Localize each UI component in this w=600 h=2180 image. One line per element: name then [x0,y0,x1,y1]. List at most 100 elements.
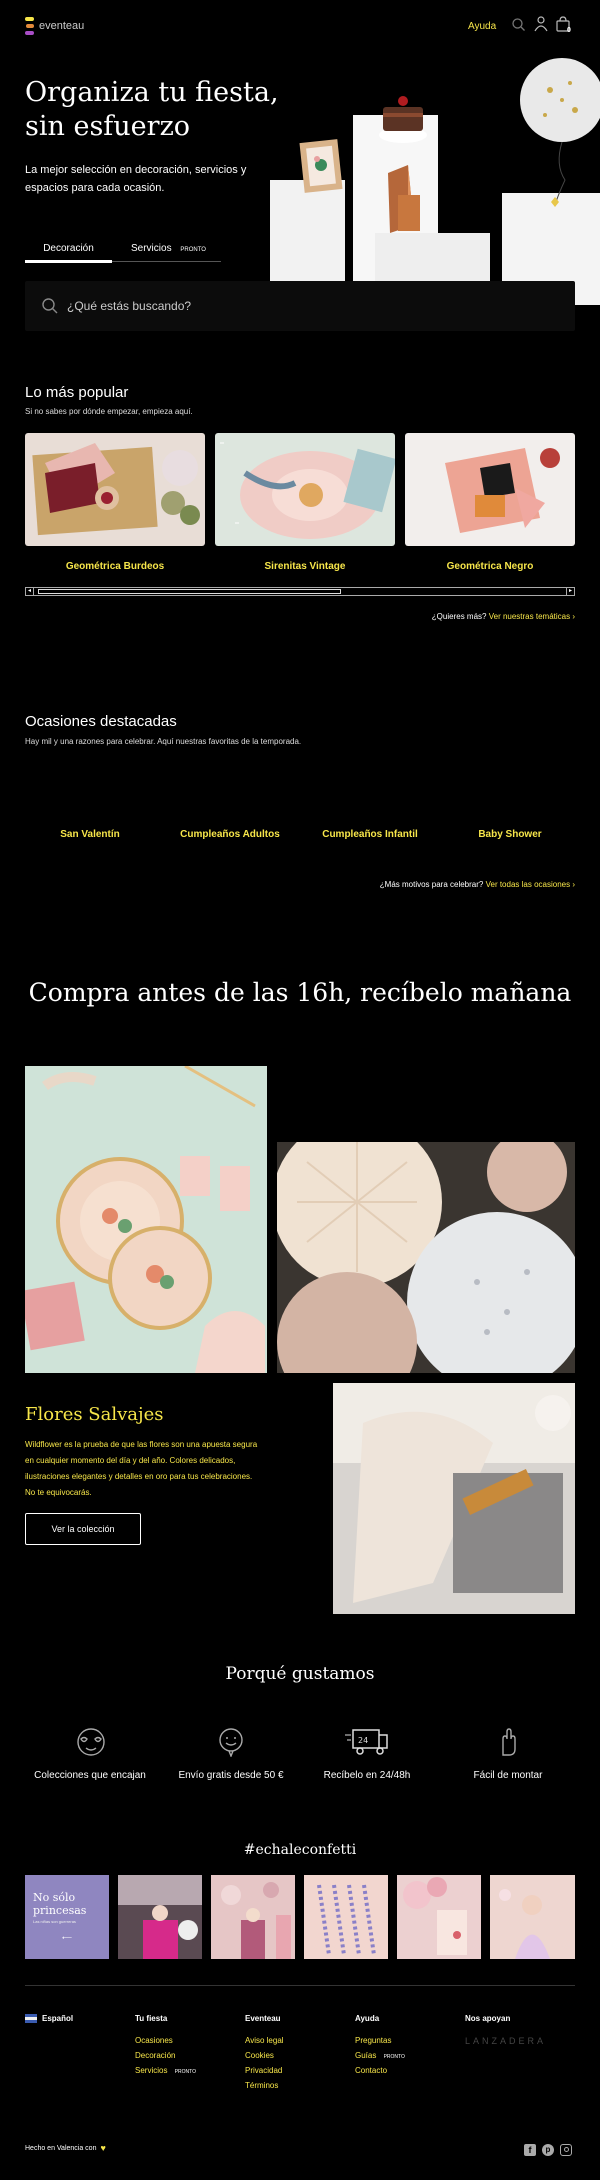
facebook-icon[interactable]: f [524,2144,536,2156]
made-in-text: Hecho en Valencia con [25,2144,97,2152]
shipping-banner: Compra antes de las 16h, recíbelo mañana [28,978,572,1007]
collection-description: Wildflower es la prueba de que las flore… [25,1437,257,1501]
social-tile-4[interactable] [304,1875,388,1959]
footer-link-contacto[interactable]: Contacto [355,2066,405,2075]
occasions-title: Ocasiones destacadas [25,713,177,730]
help-link[interactable]: Ayuda [468,21,496,32]
occasions-more-link[interactable]: Ver todas las ocasiones [486,880,571,889]
footer-badge: PRONTO [174,2069,196,2075]
footer-link-ocasiones[interactable]: Ocasiones [135,2036,196,2045]
hero-subtitle-line2: espacios para cada ocasión. [25,182,165,194]
footer-col-title: Nos apoyan [465,2014,511,2023]
popular-card-image-1[interactable] [25,433,205,546]
scrollbar-thumb[interactable] [38,589,341,594]
truck-icon: 24 [345,1727,389,1757]
instagram-icon[interactable] [560,2144,572,2156]
popular-card-label-3[interactable]: Geométrica Negro [405,561,575,572]
scroll-left-arrow[interactable]: ◂ [26,588,34,595]
occasion-item-2[interactable]: Cumpleaños Adultos [165,829,295,840]
footer-link-terminos[interactable]: Términos [245,2081,284,2090]
search-bar-icon [42,298,58,314]
occasion-item-4[interactable]: Baby Shower [445,829,575,840]
smile-tag-icon [218,1727,244,1757]
hand-icon [495,1727,521,1757]
footer-col-support: Nos apoyan LANZADERA [465,2014,546,2046]
search-bar[interactable]: ¿Qué estás buscando? [25,281,575,331]
heart-icon: ♥ [100,2143,106,2153]
why-title: Porqué gustamos [225,1664,375,1684]
social-tile-5[interactable] [397,1875,481,1959]
footer-link-privacidad[interactable]: Privacidad [245,2066,284,2075]
why-item-label-1: Colecciones que encajan [34,1770,146,1781]
social-tile-6[interactable] [490,1875,575,1959]
footer-divider [25,1985,575,1986]
hero-title-line2: sin esfuerzo [25,111,191,142]
tab-servicios-badge: PRONTO [180,247,206,253]
arrow-left-icon: ⟵ [61,1935,73,1942]
tab-decoracion[interactable]: Decoración [25,243,112,254]
collection-desc-line: en cualquier momento del día y del año. … [25,1456,236,1465]
footer-link-servicios-label: Servicios [135,2066,168,2075]
social-tile-1[interactable]: No sólo princesas Las niñas son guerrera… [25,1875,109,1959]
popular-card-label-2[interactable]: Sirenitas Vintage [215,561,395,572]
hearts-glasses-icon [73,1727,109,1757]
occasions-subtitle: Hay mil y una razones para celebrar. Aqu… [25,737,302,746]
carousel-scrollbar[interactable]: ◂ ▸ [25,587,575,596]
occasion-item-1[interactable]: San Valentín [25,829,155,840]
social-tile-3[interactable] [211,1875,295,1959]
tab-servicios-label: Servicios [131,243,172,254]
popular-more-link[interactable]: Ver nuestras temáticas [489,612,570,621]
footer-col-ayuda: Ayuda Preguntas Guías PRONTO Contacto [355,2014,405,2081]
social-tile-1-line2: princesas [33,1904,87,1917]
social-tile-1-small: Las niñas son guerreras [33,1919,76,1924]
occasions-more: ¿Más motivos para celebrar? Ver todas la… [300,880,575,889]
popular-card-image-2[interactable] [215,433,395,546]
collection-image-plates [25,1066,267,1373]
chevron-right-icon: › [572,880,575,889]
footer-link-preguntas[interactable]: Preguntas [355,2036,405,2045]
occasion-item-3[interactable]: Cumpleaños Infantil [305,829,435,840]
footer-badge: PRONTO [383,2054,405,2060]
pinterest-icon[interactable]: p [542,2144,554,2156]
scroll-right-arrow[interactable]: ▸ [566,588,574,595]
tab-servicios[interactable]: Servicios PRONTO [131,243,206,254]
popular-title: Lo más popular [25,384,129,401]
footer-link-aviso-legal[interactable]: Aviso legal [245,2036,284,2045]
brand-name: eventeau [39,20,85,32]
footer-link-decoracion[interactable]: Decoración [135,2051,196,2060]
footer-link-servicios[interactable]: Servicios PRONTO [135,2066,196,2075]
svg-text:24: 24 [358,1736,368,1745]
collection-desc-line: ilustraciones elegantes y detalles en or… [25,1472,253,1481]
language-selector[interactable]: Español [25,2014,73,2023]
popular-card-image-3[interactable] [405,433,575,546]
brand-logo[interactable]: eventeau [25,16,85,36]
why-item-label-3: Recíbelo en 24/48h [323,1770,411,1781]
popular-more: ¿Quieres más? Ver nuestras temáticas › [300,612,575,621]
collection-image-lanterns [277,1142,575,1373]
hero-subtitle-line1: La mejor selección en decoración, servic… [25,164,247,176]
search-icon[interactable] [512,18,525,31]
occasions-more-prefix: ¿Más motivos para celebrar? [379,880,484,889]
tab-active-indicator [25,260,112,263]
popular-more-prefix: ¿Quieres más? [431,612,487,621]
hero-title-line1: Organiza tu fiesta, [25,77,279,108]
footer-col-title: Ayuda [355,2014,380,2023]
why-item-label-4: Fácil de montar [473,1770,543,1781]
collection-desc-line: No te equivocarás. [25,1488,92,1497]
collection-image-napkin [333,1383,575,1614]
footer-col-eventeau: Eventeau Aviso legal Cookies Privacidad … [245,2014,284,2096]
chevron-right-icon: › [572,612,575,621]
view-collection-button[interactable]: Ver la colección [25,1513,141,1545]
hashtag: #echaleconfetti [243,1842,357,1858]
made-in: Hecho en Valencia con ♥ [25,2143,106,2153]
sponsor-logo[interactable]: LANZADERA [465,2036,546,2046]
popular-card-label-1[interactable]: Geométrica Burdeos [25,561,205,572]
user-icon[interactable] [534,16,548,32]
footer-link-cookies[interactable]: Cookies [245,2051,284,2060]
flag-icon [25,2014,37,2023]
social-tile-2[interactable] [118,1875,202,1959]
footer-col-tu-fiesta: Tu fiesta Ocasiones Decoración Servicios… [135,2014,196,2081]
footer-link-guias[interactable]: Guías PRONTO [355,2051,405,2060]
social-tile-1-line1: No sólo [33,1891,76,1904]
popular-subtitle: Si no sabes por dónde empezar, empieza a… [25,407,193,416]
